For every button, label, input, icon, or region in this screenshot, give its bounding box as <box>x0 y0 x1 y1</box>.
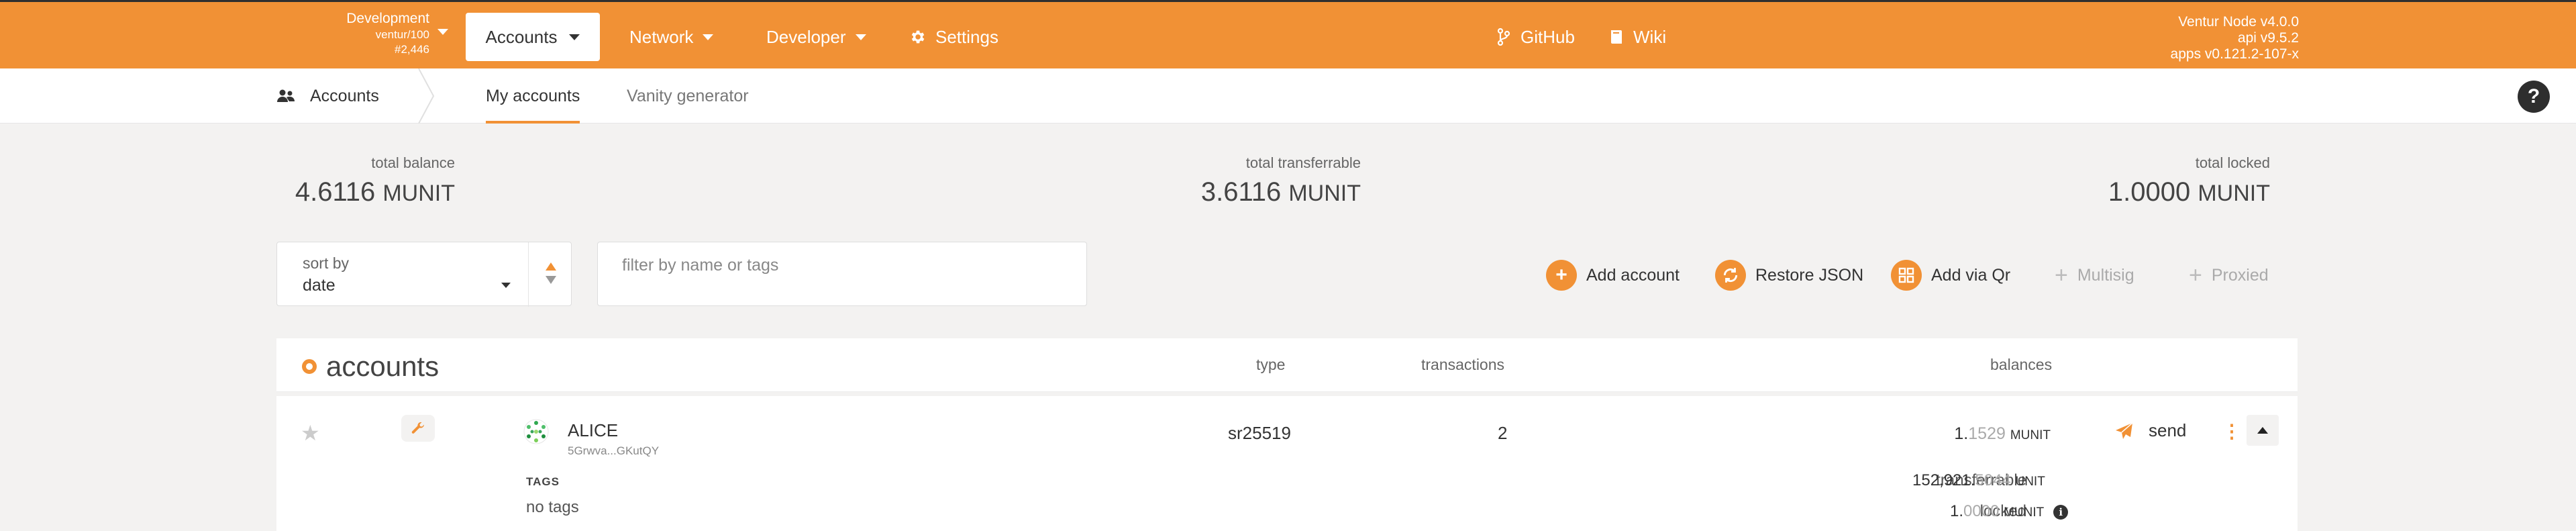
nav-accounts-label: Accounts <box>485 26 558 47</box>
api-version: api v9.5.2 <box>2237 30 2299 46</box>
info-icon[interactable]: i <box>2053 504 2069 520</box>
chevron-up-icon <box>2257 427 2268 434</box>
summary-total-balance: total balance 4.6116 MUNIT <box>295 154 455 207</box>
add-account-button[interactable]: + Add account <box>1546 256 1680 294</box>
wrench-icon[interactable] <box>401 415 435 442</box>
top-navigation-bar: Development ventur/100 #2,446 Accounts N… <box>0 0 2576 68</box>
tags-value[interactable]: no tags <box>526 498 579 517</box>
nav-github-label: GitHub <box>1521 26 1575 47</box>
restore-json-button[interactable]: Restore JSON <box>1715 256 1863 294</box>
chain-caret-icon[interactable] <box>437 29 448 35</box>
chevron-down-icon <box>703 34 714 40</box>
account-name[interactable]: ALICE <box>568 420 618 441</box>
sort-value: date <box>303 276 336 295</box>
tab-vanity-generator-label: Vanity generator <box>627 86 749 105</box>
qrcode-icon <box>1891 260 1922 291</box>
multisig-label: Multisig <box>2077 265 2134 285</box>
code-branch-icon <box>1497 28 1510 46</box>
chevron-down-icon <box>501 283 511 288</box>
total-transferrable-label: total transferrable <box>1245 154 1361 171</box>
total-balance-label: total balance <box>371 154 455 171</box>
summary-total-locked: total locked 1.0000 MUNIT <box>2108 154 2270 207</box>
accounts-title: accounts <box>302 350 439 383</box>
filter-input[interactable] <box>622 252 1058 279</box>
proxied-label: Proxied <box>2211 265 2269 285</box>
total-locked-value: 1.0000 MUNIT <box>2108 177 2270 207</box>
chevron-down-icon <box>569 34 580 40</box>
chain-selector[interactable]: Development ventur/100 #2,446 <box>322 10 429 57</box>
total-transferrable-value: 3.6116 MUNIT <box>1200 177 1361 207</box>
collapse-button[interactable] <box>2247 415 2279 446</box>
more-options-icon[interactable]: ⋮ <box>2222 420 2241 442</box>
filter-field[interactable] <box>597 242 1087 306</box>
transferrable-value: 152,921.5044 UNIT <box>1912 471 2045 489</box>
nav-wiki[interactable]: Wiki <box>1609 13 1666 61</box>
column-balances: balances <box>1990 356 2053 373</box>
chevron-down-icon <box>855 34 866 40</box>
total-locked-label: total locked <box>2195 154 2270 171</box>
multisig-button[interactable]: + Multisig <box>2055 256 2134 294</box>
block-number: #2,446 <box>395 43 429 56</box>
version-info: Ventur Node v4.0.0 api v9.5.2 apps v0.12… <box>2171 14 2299 62</box>
chain-node: ventur/100 <box>375 28 429 41</box>
nav-github[interactable]: GitHub <box>1496 13 1575 61</box>
send-button[interactable]: send <box>2115 420 2186 441</box>
gear-icon <box>911 30 925 44</box>
plus-icon: + <box>2055 262 2068 288</box>
account-balance[interactable]: 1.1529 MUNIT <box>1954 424 2051 444</box>
circle-dot-icon <box>302 359 317 374</box>
tab-my-accounts[interactable]: My accounts <box>466 68 600 124</box>
nav-network[interactable]: Network <box>629 13 714 61</box>
plus-icon: + <box>2189 262 2202 288</box>
locked-value: 1.0000 MUNIT i <box>1950 502 2069 521</box>
chain-name: Development <box>346 11 429 26</box>
nav-developer-label: Developer <box>766 26 846 47</box>
paper-plane-icon <box>2116 422 2133 439</box>
breadcrumb-separator <box>418 68 435 124</box>
sync-icon <box>1715 260 1746 291</box>
send-label: send <box>2149 420 2187 440</box>
accounts-table-header: accounts type transactions balances <box>276 338 2298 392</box>
account-type: sr25519 <box>1228 423 1291 443</box>
account-address[interactable]: 5Grwva...GKutQY <box>568 444 659 458</box>
restore-json-label: Restore JSON <box>1755 265 1864 285</box>
sort-order-icon[interactable] <box>544 260 558 287</box>
total-balance-value: 4.6116 MUNIT <box>295 177 455 207</box>
section-label: Accounts <box>310 86 379 105</box>
tab-vanity-generator[interactable]: Vanity generator <box>627 68 749 124</box>
proxied-button[interactable]: + Proxied <box>2189 256 2269 294</box>
nav-network-label: Network <box>629 26 694 47</box>
table-row: ★ ALICE 5Grwva...GKutQY sr25519 2 1.1529… <box>276 396 2298 531</box>
column-type: type <box>1256 356 1286 373</box>
add-account-label: Add account <box>1586 265 1680 285</box>
node-version: Ventur Node v4.0.0 <box>2178 14 2299 30</box>
add-via-qr-label: Add via Qr <box>1931 265 2011 285</box>
account-transactions: 2 <box>1498 423 1508 443</box>
sort-divider <box>528 242 529 307</box>
identicon-icon <box>523 419 549 444</box>
column-transactions: transactions <box>1421 356 1505 373</box>
nav-settings[interactable]: Settings <box>909 13 998 61</box>
add-via-qr-button[interactable]: Add via Qr <box>1891 256 2010 294</box>
tags-label: TAGS <box>526 475 560 488</box>
nav-developer[interactable]: Developer <box>766 13 866 61</box>
sort-label: sort by <box>303 254 350 272</box>
star-icon[interactable]: ★ <box>301 420 320 446</box>
help-button[interactable]: ? <box>2518 81 2550 113</box>
nav-settings-label: Settings <box>935 26 998 47</box>
accounts-title-label: accounts <box>326 350 440 382</box>
plus-icon: + <box>1546 260 1577 291</box>
nav-wiki-label: Wiki <box>1633 26 1667 47</box>
users-icon <box>277 89 295 102</box>
sort-dropdown[interactable]: sort by date <box>276 242 572 307</box>
apps-version: apps v0.121.2-107-x <box>2170 46 2299 62</box>
nav-accounts[interactable]: Accounts <box>466 13 600 61</box>
summary-total-transferrable: total transferrable 3.6116 MUNIT <box>1201 154 1361 207</box>
sub-navigation-bar: Accounts My accounts Vanity generator <box>0 68 2576 124</box>
book-icon <box>1611 30 1622 44</box>
section-title: Accounts <box>276 68 379 124</box>
tab-my-accounts-label: My accounts <box>486 86 580 105</box>
